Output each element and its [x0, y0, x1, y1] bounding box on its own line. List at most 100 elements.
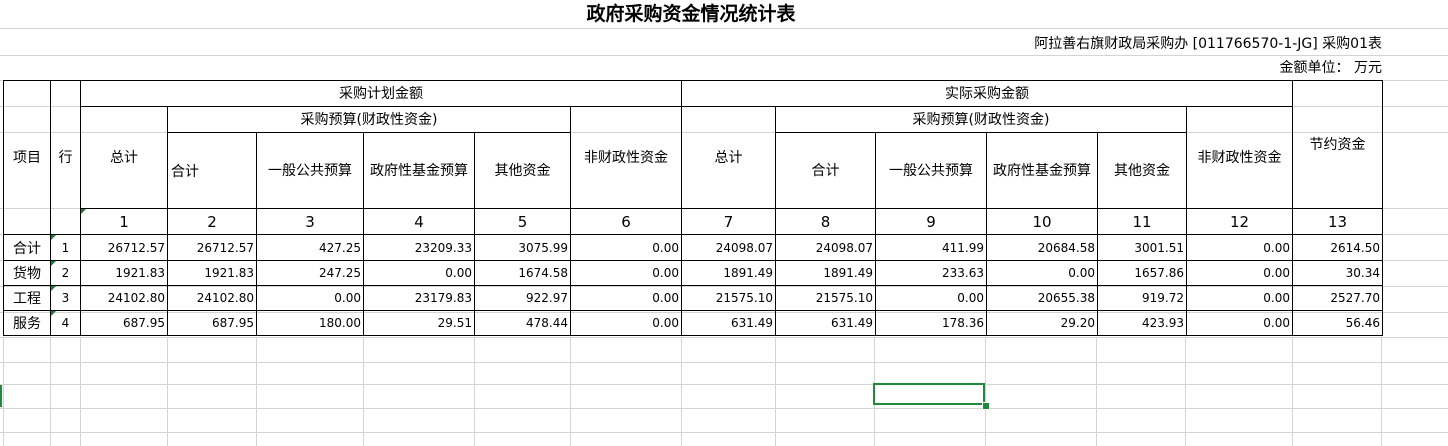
value-cell[interactable]: 0.00	[1186, 310, 1293, 336]
value-cell[interactable]: 0.00	[570, 234, 682, 261]
value-cell[interactable]: 0.00	[570, 310, 682, 336]
value-cell[interactable]: 2527.70	[1292, 285, 1383, 311]
value-cell[interactable]: 1657.86	[1097, 260, 1187, 286]
column-number[interactable]: 7	[681, 208, 776, 235]
column-number[interactable]: 3	[256, 208, 364, 235]
value-cell[interactable]: 233.63	[875, 260, 987, 286]
value-cell[interactable]: 1891.49	[681, 260, 776, 286]
row-number[interactable]: 1	[50, 234, 81, 261]
header-plan-total[interactable]: 总计	[80, 106, 168, 209]
header-plan-non-fiscal[interactable]: 非财政性资金	[570, 106, 682, 209]
value-cell[interactable]: 687.95	[167, 310, 257, 336]
column-number[interactable]: 5	[474, 208, 571, 235]
column-number[interactable]: 1	[80, 208, 168, 235]
column-number[interactable]: 6	[570, 208, 682, 235]
value-cell[interactable]: 1891.49	[775, 260, 876, 286]
header-plan-other-funds[interactable]: 其他资金	[474, 132, 571, 209]
header-actual-non-fiscal[interactable]: 非财政性资金	[1186, 106, 1293, 209]
value-cell[interactable]: 21575.10	[775, 285, 876, 311]
value-cell[interactable]: 0.00	[570, 285, 682, 311]
value-cell[interactable]: 26712.57	[80, 234, 168, 261]
value-cell[interactable]: 30.34	[1292, 260, 1383, 286]
column-number[interactable]: 4	[363, 208, 475, 235]
value-cell[interactable]: 0.00	[363, 260, 475, 286]
header-item[interactable]: 项目	[3, 80, 51, 235]
header-plan-gov-fund[interactable]: 政府性基金预算	[363, 132, 475, 209]
value-cell[interactable]: 3001.51	[1097, 234, 1187, 261]
value-cell[interactable]: 21575.10	[681, 285, 776, 311]
column-number[interactable]: 9	[875, 208, 987, 235]
value-cell[interactable]: 922.97	[474, 285, 571, 311]
value-cell[interactable]: 1921.83	[167, 260, 257, 286]
row-label[interactable]: 工程	[3, 285, 51, 311]
value-cell[interactable]: 0.00	[570, 260, 682, 286]
header-actual-other-funds[interactable]: 其他资金	[1097, 132, 1187, 209]
value-cell[interactable]: 29.20	[986, 310, 1098, 336]
header-plan-budget[interactable]: 采购预算(财政性资金)	[167, 106, 571, 133]
header-savings[interactable]: 节约资金	[1292, 80, 1383, 209]
reporting-unit-info: 阿拉善右旗财政局采购办 [011766570-1-JG] 采购01表	[1034, 36, 1382, 52]
row-number[interactable]: 2	[50, 260, 81, 286]
header-row[interactable]: 行	[50, 80, 81, 235]
row-label[interactable]: 服务	[3, 310, 51, 336]
value-cell[interactable]: 919.72	[1097, 285, 1187, 311]
selected-cell[interactable]	[873, 383, 985, 405]
header-plan-general-public[interactable]: 一般公共预算	[256, 132, 364, 209]
value-cell[interactable]: 26712.57	[167, 234, 257, 261]
value-cell[interactable]: 24098.07	[681, 234, 776, 261]
column-number[interactable]: 11	[1097, 208, 1187, 235]
row-number[interactable]: 4	[50, 310, 81, 336]
value-cell[interactable]: 423.93	[1097, 310, 1187, 336]
row-label[interactable]: 合计	[3, 234, 51, 261]
header-plan-subtotal[interactable]: 合计	[167, 132, 257, 209]
value-cell[interactable]: 24102.80	[80, 285, 168, 311]
value-cell[interactable]: 1674.58	[474, 260, 571, 286]
column-number[interactable]: 8	[775, 208, 876, 235]
value-cell[interactable]: 24102.80	[167, 285, 257, 311]
value-cell[interactable]: 0.00	[256, 285, 364, 311]
table-row: 合计 1 26712.57 26712.57 427.25 23209.33 3075.99…	[3, 234, 1383, 261]
value-cell[interactable]: 3075.99	[474, 234, 571, 261]
row-number[interactable]: 3	[50, 285, 81, 311]
header-actual-amount[interactable]: 实际采购金额	[681, 80, 1293, 107]
column-number[interactable]: 10	[986, 208, 1098, 235]
value-cell[interactable]: 23179.83	[363, 285, 475, 311]
column-number[interactable]: 13	[1292, 208, 1383, 235]
page-title: 政府采购资金情况统计表	[586, 3, 796, 25]
value-cell[interactable]: 687.95	[80, 310, 168, 336]
header-actual-subtotal[interactable]: 合计	[775, 132, 876, 209]
value-cell[interactable]: 0.00	[875, 285, 987, 311]
value-cell[interactable]: 0.00	[986, 260, 1098, 286]
header-actual-total[interactable]: 总计	[681, 106, 776, 209]
header-actual-gov-fund[interactable]: 政府性基金预算	[986, 132, 1098, 209]
value-cell[interactable]: 1921.83	[80, 260, 168, 286]
value-cell[interactable]: 29.51	[363, 310, 475, 336]
value-cell[interactable]: 427.25	[256, 234, 364, 261]
value-cell[interactable]: 631.49	[681, 310, 776, 336]
fill-handle[interactable]	[982, 402, 990, 410]
value-cell[interactable]: 411.99	[875, 234, 987, 261]
procurement-stats-table: 项目 行 采购计划金额 实际采购金额 节约资金 总计 采购预算(财政性资金) 非…	[3, 80, 1383, 336]
value-cell[interactable]: 0.00	[1186, 234, 1293, 261]
table-row: 工程 3 24102.80 24102.80 0.00 23179.83 922.97 0.0…	[3, 285, 1383, 311]
value-cell[interactable]: 20684.58	[986, 234, 1098, 261]
table-row: 服务 4 687.95 687.95 180.00 29.51 478.44 0.00 631.…	[3, 310, 1383, 336]
value-cell[interactable]: 0.00	[1186, 260, 1293, 286]
value-cell[interactable]: 247.25	[256, 260, 364, 286]
value-cell[interactable]: 56.46	[1292, 310, 1383, 336]
value-cell[interactable]: 478.44	[474, 310, 571, 336]
header-plan-amount[interactable]: 采购计划金额	[80, 80, 682, 107]
value-cell[interactable]: 24098.07	[775, 234, 876, 261]
header-actual-general-public[interactable]: 一般公共预算	[875, 132, 987, 209]
value-cell[interactable]: 178.36	[875, 310, 987, 336]
column-number[interactable]: 2	[167, 208, 257, 235]
value-cell[interactable]: 2614.50	[1292, 234, 1383, 261]
row-label[interactable]: 货物	[3, 260, 51, 286]
column-number[interactable]: 12	[1186, 208, 1293, 235]
value-cell[interactable]: 180.00	[256, 310, 364, 336]
value-cell[interactable]: 23209.33	[363, 234, 475, 261]
header-actual-budget[interactable]: 采购预算(财政性资金)	[775, 106, 1187, 133]
value-cell[interactable]: 631.49	[775, 310, 876, 336]
value-cell[interactable]: 20655.38	[986, 285, 1098, 311]
value-cell[interactable]: 0.00	[1186, 285, 1293, 311]
